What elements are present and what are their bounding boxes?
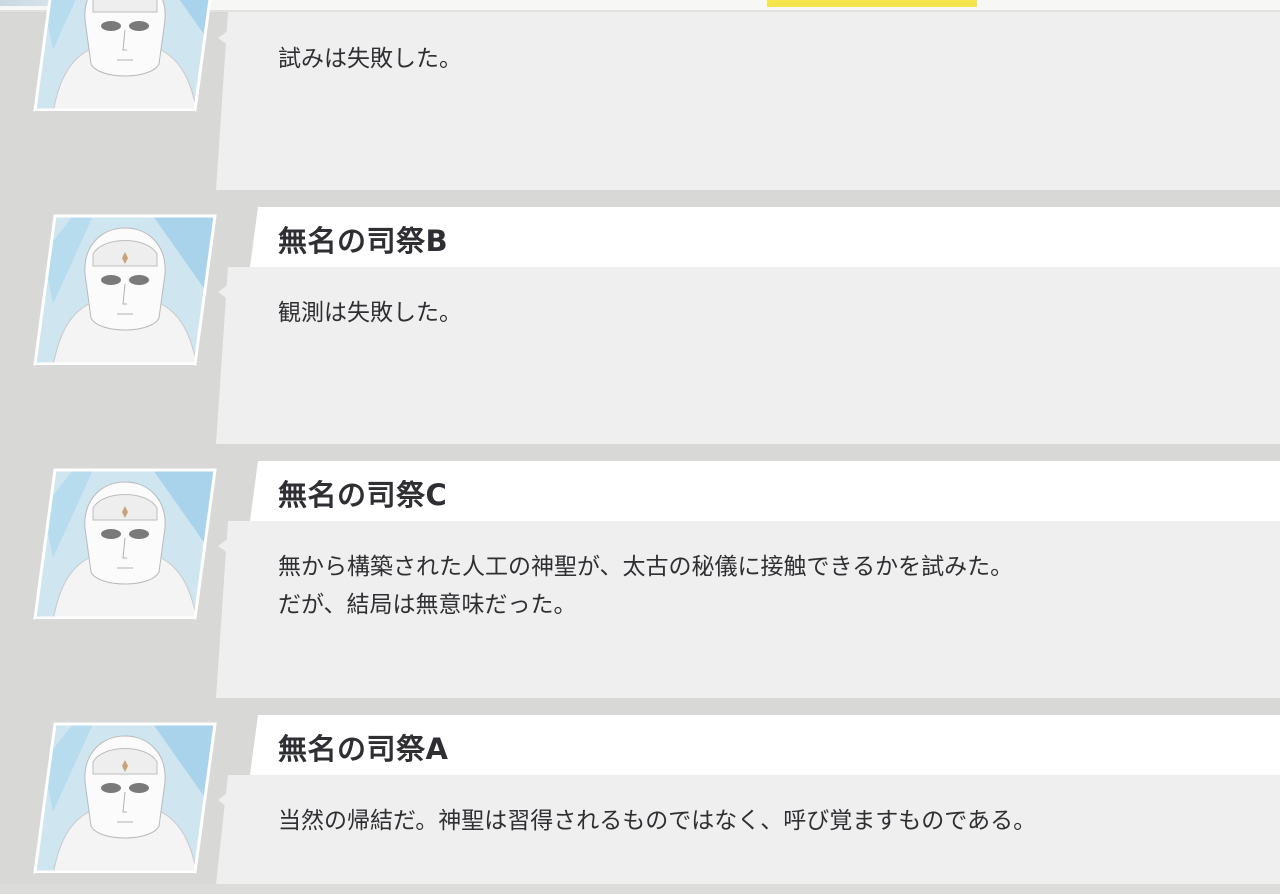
speaker-portrait [33,214,217,366]
bubble-tail [218,530,240,562]
masked-priest-portrait-icon [33,468,217,620]
speaker-name: 無名の司祭B [278,224,449,258]
bubble-tail [218,784,240,816]
dialogue-text: 観測は失敗した。 [278,300,462,326]
dialogue-text: 無から構築された人工の神聖が、太古の秘儀に接触できるかを試みた。 だが、結局は無… [278,554,1014,618]
speaker-name: 無名の司祭A [278,732,449,766]
dialogue-log-list[interactable]: 試みは失敗した。 無名の司祭B 観測は失敗した。 無名の司祭C 無から構築された… [0,0,1280,894]
speaker-portrait [33,468,217,620]
speaker-name: 無名の司祭C [278,478,448,512]
dialogue-text: 試みは失敗した。 [278,46,462,72]
dialogue-text: 当然の帰結だ。神聖は習得されるものではなく、呼び覚ますものである。 [278,808,1037,834]
masked-priest-portrait-icon [33,214,217,366]
masked-priest-portrait-icon [33,722,217,874]
speaker-portrait [33,0,217,112]
bubble-tail [218,22,240,54]
bubble-tail [218,276,240,308]
dialogue-bubble [216,12,1280,190]
masked-priest-portrait-icon [33,0,215,112]
bottom-edge [0,884,1280,894]
story-log-screen: 試みは失敗した。 無名の司祭B 観測は失敗した。 無名の司祭C 無から構築された… [0,0,1280,894]
speaker-portrait [33,722,217,874]
